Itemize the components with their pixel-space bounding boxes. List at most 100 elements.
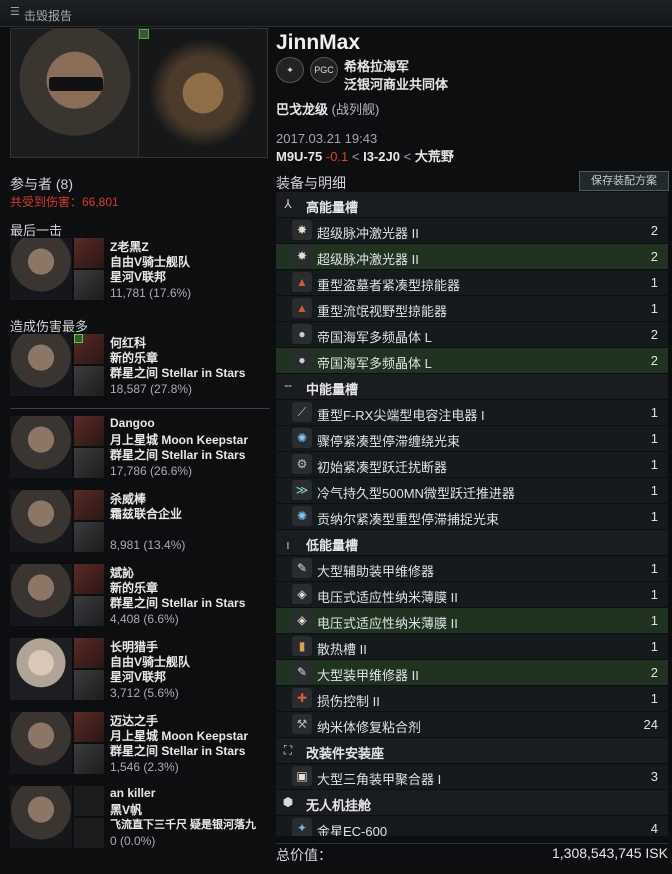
item-name: 大型辅助装甲维修器	[317, 564, 435, 579]
attacker-alliance[interactable]: 群星之间 Stellar in Stars	[110, 446, 245, 463]
section-header-drone[interactable]: ⬢ 无人机挂舱	[276, 790, 668, 815]
attacker-row[interactable]: an killer 黑V帆 飞流直下三千尺 疑是银河落九 0 (0.0%)	[10, 786, 272, 856]
attacker-weapon-icon[interactable]	[74, 270, 104, 300]
attacker-portrait[interactable]	[10, 638, 72, 700]
fitting-item[interactable]: ≫ 冷气持久型500MN微型跃迁推进器 1	[276, 478, 668, 504]
fitting-item[interactable]: ⚙ 初始紧凑型跃迁扰断器 1	[276, 452, 668, 478]
fitting-item[interactable]: ✸ 超级脉冲激光器 II 2	[276, 244, 668, 270]
fitting-item[interactable]: ▲ 重型盗墓者紧凑型掠能器 1	[276, 270, 668, 296]
attacker-row[interactable]: Z老黑Z 自由V骑士舰队 星河V联邦 11,781 (17.6%)	[10, 238, 272, 308]
item-name: 超级脉冲激光器 II	[317, 226, 419, 241]
attacker-alliance[interactable]: 星河V联邦	[110, 668, 166, 685]
attacker-ship-icon[interactable]	[74, 564, 104, 594]
fitting-item[interactable]: ▲ 重型流氓视野型掠能器 1	[276, 296, 668, 322]
fitting-item[interactable]: ✚ 损伤控制 II 1	[276, 686, 668, 712]
attacker-ship-icon[interactable]	[74, 712, 104, 742]
attacker-ship-icon[interactable]	[74, 238, 104, 268]
attacker-name[interactable]: an killer	[110, 786, 155, 800]
section-name: 无人机挂舱	[306, 798, 372, 813]
attacker-corp[interactable]: 霜兹联合企业	[110, 505, 182, 522]
attacker-weapon-icon[interactable]	[74, 522, 104, 552]
constellation-name[interactable]: I3-2J0	[363, 149, 400, 164]
attacker-weapon-icon[interactable]	[74, 818, 104, 848]
victim-corporation[interactable]: 希格拉海军	[344, 56, 409, 75]
fitting-item[interactable]: ▣ 大型三角装甲聚合器 I 3	[276, 764, 668, 790]
attacker-ship-icon[interactable]	[74, 638, 104, 668]
victim-alliance[interactable]: 泛银河商业共同体	[344, 74, 448, 93]
attacker-alliance[interactable]: 星河V联邦	[110, 268, 166, 285]
total-value-label: 总价值：	[276, 847, 332, 863]
attacker-portrait[interactable]	[10, 786, 72, 848]
victim-ship[interactable]: 巴戈龙级 (战列舰)	[276, 99, 379, 118]
section-header-rig[interactable]: ⛶ 改装件安装座	[276, 738, 668, 763]
divider	[10, 408, 270, 409]
attacker-weapon-icon[interactable]	[74, 670, 104, 700]
system-name[interactable]: M9U-75	[276, 149, 322, 164]
victim-name[interactable]: JinnMax	[276, 31, 360, 55]
save-fitting-button[interactable]: 保存装配方案	[579, 171, 669, 191]
fitting-item[interactable]: ✎ 大型辅助装甲维修器 1	[276, 556, 668, 582]
attacker-row[interactable]: 杀威棒 霜兹联合企业 8,981 (13.4%)	[10, 490, 272, 560]
attacker-alliance[interactable]: 飞流直下三千尺 疑是银河落九	[110, 816, 256, 832]
attacker-ship-icon[interactable]	[74, 490, 104, 520]
attacker-portrait[interactable]	[10, 416, 72, 478]
corporation-logo-icon[interactable]: ✦	[276, 57, 304, 83]
alliance-logo-icon[interactable]: PGC	[310, 57, 338, 83]
section-name: 低能量槽	[306, 538, 359, 553]
attacker-ship-icon[interactable]	[74, 786, 104, 816]
victim-ship-image[interactable]	[138, 28, 268, 158]
fitting-item[interactable]: ⟋ 重型F-RX尖端型电容注电器 I 1	[276, 400, 668, 426]
section-header-high[interactable]: ⅄ 高能量槽	[276, 192, 668, 217]
attacker-damage: 1,546 (2.3%)	[110, 760, 179, 774]
section-name: 高能量槽	[306, 200, 359, 215]
fitting-item[interactable]: ✺ 骤停紧凑型停滞缠绕光束 1	[276, 426, 668, 452]
kill-datetime: 2017.03.21 19:43	[276, 131, 378, 146]
item-name: 电压式适应性纳米薄膜 II	[317, 616, 458, 631]
top-damage-header: 造成伤害最多	[10, 319, 89, 334]
cap-booster-icon: ⟋	[292, 402, 312, 422]
attacker-alliance[interactable]: 群星之间 Stellar in Stars	[110, 594, 245, 611]
attacker-row[interactable]: 长明猎手 自由V骑士舰队 星河V联邦 3,712 (5.6%)	[10, 638, 272, 708]
tag-icon	[74, 334, 83, 343]
fitting-item[interactable]: ◈ 电压式适应性纳米薄膜 II 1	[276, 608, 668, 634]
attacker-weapon-icon[interactable]	[74, 596, 104, 626]
attacker-portrait[interactable]	[10, 334, 72, 396]
attacker-portrait[interactable]	[10, 712, 72, 774]
fitting-item[interactable]: ✺ 贡纳尔紧凑型重型停滞捕捉光束 1	[276, 504, 668, 530]
item-name: 帝国海军多频晶体 L	[317, 330, 432, 345]
fitting-item[interactable]: ▮ 散热槽 II 1	[276, 634, 668, 660]
item-qty: 1	[650, 405, 658, 420]
attacker-weapon-icon[interactable]	[74, 366, 104, 396]
attacker-portrait[interactable]	[10, 564, 72, 626]
attacker-row[interactable]: 斌訫 新的乐章 群星之间 Stellar in Stars 4,408 (6.6…	[10, 564, 272, 634]
nano-membrane-icon: ◈	[292, 610, 312, 630]
item-qty: 4	[650, 821, 658, 836]
section-header-low[interactable]: ╷ 低能量槽	[276, 530, 668, 555]
attacker-weapon-icon[interactable]	[74, 744, 104, 774]
attacker-row[interactable]: 迈达之手 月上星城 Moon Keepstar 群星之间 Stellar in …	[10, 712, 272, 782]
fitting-item[interactable]: ● 帝国海军多频晶体 L 2	[276, 348, 668, 374]
fitting-item[interactable]: ● 帝国海军多频晶体 L 2	[276, 322, 668, 348]
fitting-item[interactable]: ✦ 金星EC-600 4	[276, 816, 668, 837]
fitting-item[interactable]: ⚒ 纳米体修复粘合剂 24	[276, 712, 668, 738]
fitting-item[interactable]: ✸ 超级脉冲激光器 II 2	[276, 218, 668, 244]
attacker-alliance[interactable]: 群星之间 Stellar in Stars	[110, 364, 245, 381]
attacker-weapon-icon[interactable]	[74, 448, 104, 478]
fitting-item[interactable]: ◈ 电压式适应性纳米薄膜 II 1	[276, 582, 668, 608]
fitting-header: 装备与明细	[276, 175, 346, 191]
region-name[interactable]: 大荒野	[415, 149, 454, 164]
attacker-row[interactable]: Dangoo 月上星城 Moon Keepstar 群星之间 Stellar i…	[10, 416, 272, 486]
attacker-alliance[interactable]: 群星之间 Stellar in Stars	[110, 742, 245, 759]
fitting-item[interactable]: ✎ 大型装甲维修器 II 2	[276, 660, 668, 686]
attacker-row[interactable]: 何红科 新的乐章 群星之间 Stellar in Stars 18,587 (2…	[10, 334, 272, 404]
attacker-name[interactable]: Dangoo	[110, 416, 155, 430]
section-header-mid[interactable]: ╌ 中能量槽	[276, 374, 668, 399]
victim-portrait[interactable]	[10, 28, 140, 158]
menu-icon[interactable]: ☰	[10, 5, 20, 18]
item-name: 大型三角装甲聚合器 I	[317, 772, 442, 787]
attacker-portrait[interactable]	[10, 238, 72, 300]
attacker-ship-icon[interactable]	[74, 334, 104, 364]
attacker-ship-icon[interactable]	[74, 416, 104, 446]
kill-location[interactable]: M9U-75 -0.1 < I3-2J0 < 大荒野	[276, 146, 454, 165]
attacker-portrait[interactable]	[10, 490, 72, 552]
